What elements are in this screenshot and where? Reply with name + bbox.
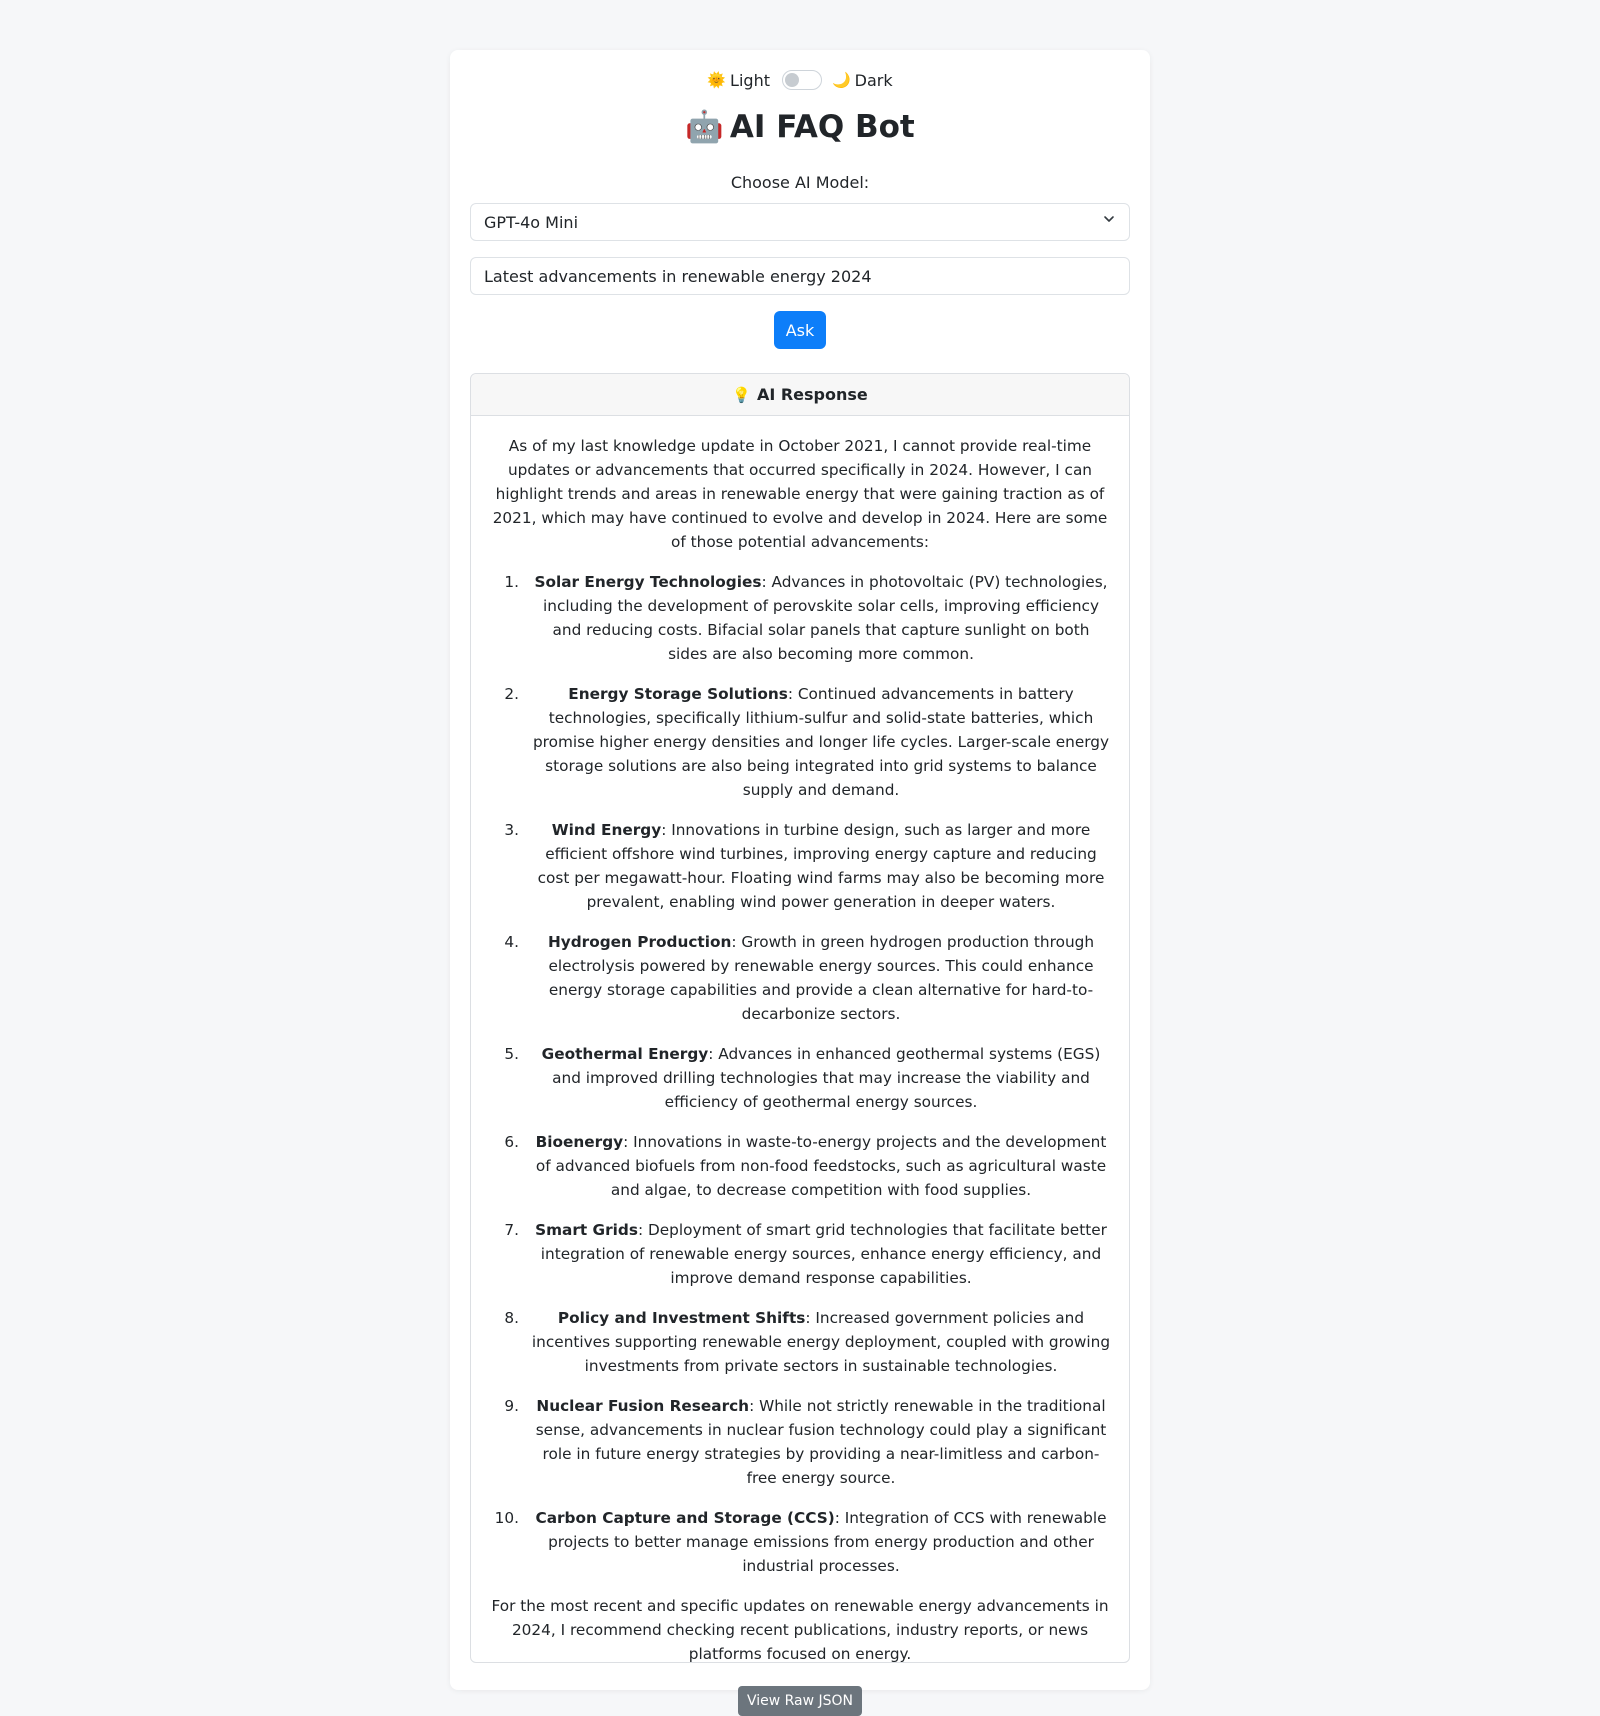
- lightbulb-icon: 💡: [732, 385, 751, 404]
- response-header-label: AI Response: [756, 385, 868, 404]
- view-raw-json-button[interactable]: View Raw JSON: [737, 1686, 863, 1716]
- response-header: 💡 AI Response: [471, 374, 1129, 416]
- list-item-number: 7.: [504, 1221, 519, 1239]
- list-item-title: Nuclear Fusion Research: [536, 1397, 750, 1415]
- page-title: 🤖 AI FAQ Bot: [450, 108, 1150, 145]
- list-item-title: Hydrogen Production: [547, 933, 732, 951]
- list-item: 10. Carbon Capture and Storage (CCS): Int…: [489, 1506, 1111, 1578]
- list-item: 8. Policy and Investment Shifts: Increase…: [489, 1306, 1111, 1378]
- response-body: As of my last knowledge update in Octobe…: [471, 416, 1129, 1716]
- list-item-text: Solar Energy Technologies: Advances in p…: [523, 570, 1111, 666]
- moon-icon: 🌙: [831, 71, 851, 89]
- robot-icon: 🤖: [685, 109, 724, 145]
- question-input[interactable]: Latest advancements in renewable energy …: [470, 257, 1130, 295]
- list-item-text: Bioenergy: Innovations in waste-to-energ…: [523, 1130, 1111, 1202]
- list-item: 9. Nuclear Fusion Research: While not str…: [489, 1394, 1111, 1490]
- list-item-number: 10.: [494, 1509, 519, 1527]
- list-item-title: Policy and Investment Shifts: [557, 1309, 806, 1327]
- toggle-knob: [784, 73, 799, 87]
- list-item: 3. Wind Energy: Innovations in turbine de…: [489, 818, 1111, 914]
- list-item-text: Policy and Investment Shifts: Increased …: [523, 1306, 1111, 1378]
- question-input-value: Latest advancements in renewable energy …: [484, 267, 872, 286]
- list-item-text: Nuclear Fusion Research: While not stric…: [523, 1394, 1111, 1490]
- list-item-text: Geothermal Energy: Advances in enhanced …: [523, 1042, 1111, 1114]
- list-item-title: Carbon Capture and Storage (CCS): [535, 1509, 835, 1527]
- theme-switcher: 🌞 Light 🌙 Dark: [450, 70, 1150, 90]
- list-item-title: Geothermal Energy: [541, 1045, 709, 1063]
- list-item-title: Bioenergy: [535, 1133, 624, 1151]
- list-item-text: Wind Energy: Innovations in turbine desi…: [523, 818, 1111, 914]
- response-outro: For the most recent and specific updates…: [491, 1597, 1109, 1663]
- list-item-number: 4.: [504, 933, 519, 951]
- list-item-number: 3.: [504, 821, 519, 839]
- list-item-title: Energy Storage Solutions: [568, 685, 788, 703]
- list-item: 7. Smart Grids: Deployment of smart grid …: [489, 1218, 1111, 1290]
- list-item-text: Hydrogen Production: Growth in green hyd…: [523, 930, 1111, 1026]
- model-select-value: GPT-4o Mini: [484, 213, 579, 232]
- list-item-number: 8.: [504, 1309, 519, 1327]
- chevron-down-icon: [1103, 213, 1115, 229]
- list-item: 5. Geothermal Energy: Advances in enhance…: [489, 1042, 1111, 1114]
- list-item: 6. Bioenergy: Innovations in waste-to-ene…: [489, 1130, 1111, 1202]
- list-item-number: 1.: [504, 573, 519, 591]
- model-label: Choose AI Model:: [730, 173, 870, 192]
- list-item-title: Wind Energy: [551, 821, 662, 839]
- list-item: 2. Energy Storage Solutions: Continued ad…: [489, 682, 1111, 802]
- list-item-text: Carbon Capture and Storage (CCS): Integr…: [523, 1506, 1111, 1578]
- list-item-number: 5.: [504, 1045, 519, 1063]
- list-item-number: 2.: [504, 685, 519, 703]
- list-item-number: 6.: [504, 1133, 519, 1151]
- response-intro: As of my last knowledge update in Octobe…: [492, 437, 1108, 551]
- light-label: Light: [730, 70, 770, 90]
- list-item: 1. Solar Energy Technologies: Advances in…: [489, 570, 1111, 666]
- model-select[interactable]: GPT-4o Mini: [470, 203, 1130, 241]
- list-item-text: Smart Grids: Deployment of smart grid te…: [523, 1218, 1111, 1290]
- list-item-title: Solar Energy Technologies: [534, 573, 762, 591]
- page-title-text: AI FAQ Bot: [729, 109, 915, 145]
- response-list: 1. Solar Energy Technologies: Advances in…: [489, 570, 1111, 1578]
- list-item-number: 9.: [504, 1397, 519, 1415]
- list-item-text: Energy Storage Solutions: Continued adva…: [523, 682, 1111, 802]
- dark-label: Dark: [854, 70, 893, 90]
- sun-icon: 🌞: [707, 71, 727, 89]
- list-item-title: Smart Grids: [535, 1221, 638, 1239]
- list-item: 4. Hydrogen Production: Growth in green h…: [489, 930, 1111, 1026]
- response-card: 💡 AI Response As of my last knowledge up…: [470, 373, 1130, 1716]
- theme-toggle[interactable]: [781, 70, 822, 90]
- ask-button[interactable]: Ask: [774, 311, 826, 349]
